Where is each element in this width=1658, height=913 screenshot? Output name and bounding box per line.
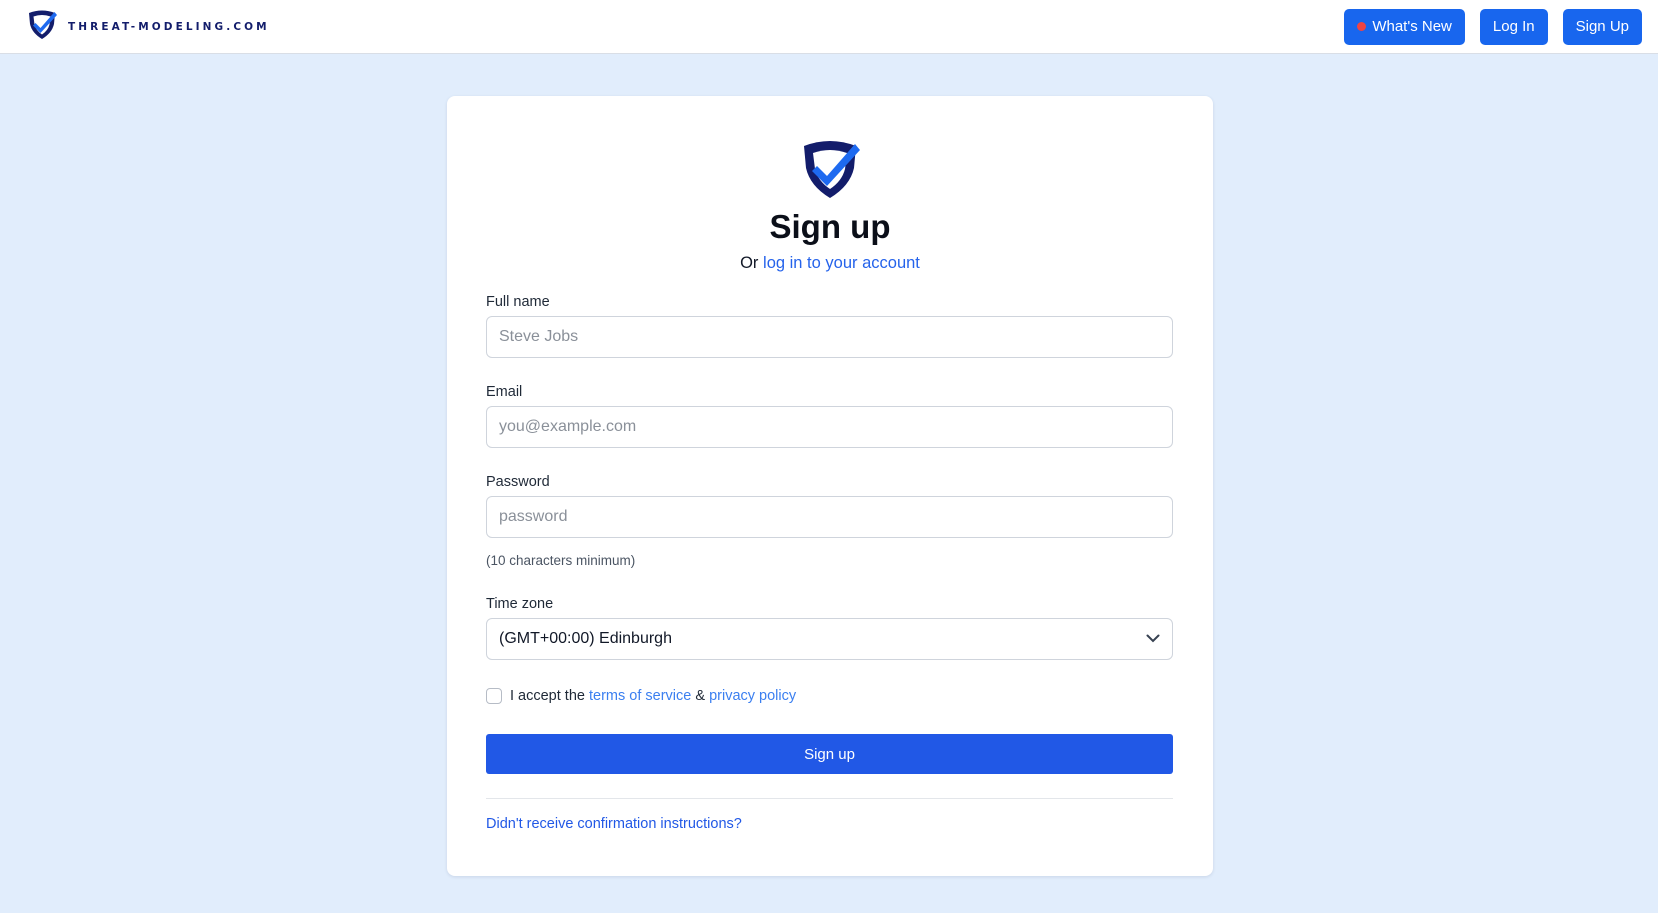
terms-of-service-link[interactable]: terms of service [589,688,691,704]
password-label: Password [486,474,550,490]
login-prompt-prefix: Or [740,254,759,272]
shield-check-icon [27,9,57,45]
whats-new-button[interactable]: What's New [1344,8,1465,45]
brand-name: THREAT-MODELING.COM [68,20,270,33]
sign-up-submit-button[interactable]: Sign up [486,734,1173,774]
accept-terms-checkbox[interactable] [486,688,502,704]
full-name-label: Full name [486,294,550,310]
privacy-policy-link[interactable]: privacy policy [709,688,796,704]
password-input[interactable] [486,496,1173,538]
header-nav: What's New Log In Sign Up [1344,8,1642,45]
terms-prefix: I accept the [510,688,585,704]
terms-joiner: & [695,688,706,704]
shield-check-icon [799,138,861,205]
page-title: Sign up [769,208,891,245]
divider [486,798,1173,799]
login-link[interactable]: log in to your account [763,254,920,272]
time-zone-label: Time zone [486,596,554,612]
signup-nav-button[interactable]: Sign Up [1562,8,1642,45]
terms-row: I accept the terms of service & privacy … [486,688,796,704]
red-dot-icon [1357,22,1367,31]
full-name-input[interactable] [486,316,1173,358]
login-button[interactable]: Log In [1479,8,1548,45]
password-hint: (10 characters minimum) [486,553,636,568]
email-label: Email [486,384,523,400]
brand-home-link[interactable]: THREAT-MODELING.COM [27,9,270,45]
time-zone-value: (GMT+00:00) Edinburgh [499,630,672,647]
resend-confirmation-link[interactable]: Didn't receive confirmation instructions… [486,816,742,832]
whats-new-label: What's New [1372,18,1452,35]
login-prompt: Or log in to your account [447,254,1213,273]
time-zone-select[interactable]: (GMT+00:00) Edinburgh [486,618,1173,660]
email-input[interactable] [486,406,1173,448]
chevron-down-icon [1146,630,1160,648]
top-navbar: THREAT-MODELING.COM What's New Log In Si… [0,0,1658,54]
signup-card: Sign up Or log in to your account Full n… [447,96,1213,876]
